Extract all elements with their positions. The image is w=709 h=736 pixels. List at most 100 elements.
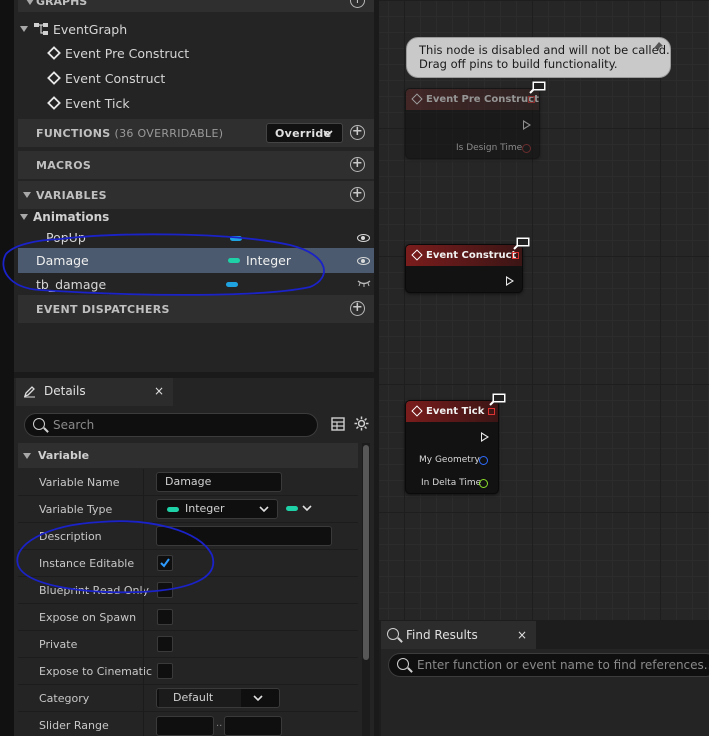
column-splitter[interactable] xyxy=(143,604,144,631)
delegate-pin-icon[interactable] xyxy=(512,252,519,259)
column-splitter[interactable] xyxy=(143,469,144,496)
struct-out-pin[interactable] xyxy=(479,456,488,465)
container-type-dropdown[interactable] xyxy=(282,499,314,519)
variable-row-damage[interactable]: Damage Integer xyxy=(18,248,374,273)
slider-range-min-input[interactable] xyxy=(156,716,214,736)
expand-arrow-icon[interactable] xyxy=(20,214,28,220)
exec-out-pin[interactable] xyxy=(523,120,531,130)
add-event-dispatcher-icon[interactable]: + xyxy=(350,301,365,316)
find-results-search-input[interactable]: Enter function or event name to find ref… xyxy=(388,653,709,677)
float-out-pin[interactable] xyxy=(479,479,488,488)
slider-range-max-input[interactable] xyxy=(224,716,282,736)
event-tick-node[interactable]: Event Tick My Geometry In Delta Time xyxy=(405,400,499,494)
variable-row-tb-damage[interactable]: tb_damage xyxy=(18,273,374,295)
disabled-node-comment-bubble[interactable]: This node is disabled and will not be ca… xyxy=(406,37,671,78)
details-search-input[interactable]: Search xyxy=(24,413,318,437)
collapse-arrow-icon[interactable] xyxy=(23,453,31,459)
gear-icon[interactable] xyxy=(354,416,369,431)
column-splitter[interactable] xyxy=(143,523,144,550)
category-dropdown[interactable]: Default xyxy=(156,688,280,708)
add-function-icon[interactable]: + xyxy=(350,125,365,140)
graphs-header-label: GRAPHS xyxy=(36,0,88,8)
add-variable-icon[interactable]: + xyxy=(350,187,365,202)
variable-section-header[interactable]: Variable xyxy=(18,443,358,468)
column-splitter[interactable] xyxy=(143,577,144,604)
close-icon[interactable]: × xyxy=(517,628,527,642)
category-value: Default xyxy=(159,689,241,707)
tree-item-event-construct[interactable]: Event Construct xyxy=(47,66,165,90)
functions-section-header[interactable]: FUNCTIONS (36 OVERRIDABLE) Override + xyxy=(18,119,374,147)
column-splitter[interactable] xyxy=(143,712,144,736)
event-construct-node[interactable]: Event Construct xyxy=(405,244,523,293)
variable-name-input[interactable]: Damage xyxy=(156,472,282,492)
editor-left-edge xyxy=(0,0,14,736)
integer-type-pill-icon xyxy=(167,507,179,512)
prop-label: Slider Range xyxy=(39,719,109,732)
details-scrollbar-thumb[interactable] xyxy=(363,445,369,660)
eventgraph-label: EventGraph xyxy=(53,21,128,37)
override-dropdown[interactable]: Override xyxy=(266,123,343,143)
column-splitter[interactable] xyxy=(143,658,144,685)
search-icon xyxy=(397,658,409,670)
private-checkbox[interactable] xyxy=(157,636,173,652)
expose-on-spawn-checkbox[interactable] xyxy=(157,609,173,625)
variable-type-dropdown[interactable]: Integer xyxy=(156,499,278,519)
tree-item-event-pre-construct[interactable]: Event Pre Construct xyxy=(47,41,189,65)
find-results-tab[interactable]: Find Results × xyxy=(381,621,536,649)
search-icon xyxy=(387,628,399,640)
event-label: Event Construct xyxy=(65,70,166,86)
collapse-arrow-icon[interactable] xyxy=(26,0,34,5)
collapse-arrow-icon[interactable] xyxy=(23,192,31,198)
instance-editable-checkbox[interactable] xyxy=(157,555,173,571)
monitor-icon xyxy=(513,236,531,250)
variable-row-popup[interactable]: PopUp xyxy=(18,226,374,248)
search-placeholder: Enter function or event name to find ref… xyxy=(417,658,709,672)
variable-category-animations[interactable]: Animations xyxy=(20,206,109,228)
event-graph-canvas[interactable]: This node is disabled and will not be ca… xyxy=(379,0,709,620)
tree-item-eventgraph[interactable]: EventGraph xyxy=(20,17,127,41)
description-input[interactable] xyxy=(156,526,332,546)
details-scrollbar-track[interactable] xyxy=(362,443,370,736)
checkmark-icon xyxy=(160,558,170,568)
variable-type-value: Integer xyxy=(185,502,225,515)
event-dispatchers-label: EVENT DISPATCHERS xyxy=(36,302,170,316)
variables-section-header[interactable]: VARIABLES + xyxy=(18,181,374,209)
exec-out-pin[interactable] xyxy=(481,432,489,442)
prop-private: Private xyxy=(18,631,358,658)
node-header[interactable]: Event Tick xyxy=(406,401,498,422)
node-header[interactable]: Event Pre Construct xyxy=(406,89,539,110)
event-pre-construct-node[interactable]: Event Pre Construct Is Design Time xyxy=(405,88,540,159)
exec-out-pin[interactable] xyxy=(506,276,514,286)
expand-arrow-icon[interactable] xyxy=(20,26,28,32)
delegate-pin-icon[interactable] xyxy=(528,96,535,103)
prop-instance-editable: Instance Editable xyxy=(18,550,358,577)
eye-closed-icon[interactable] xyxy=(357,279,371,287)
event-dispatchers-section-header[interactable]: EVENT DISPATCHERS + xyxy=(18,295,374,323)
blueprint-read-only-checkbox[interactable] xyxy=(157,582,173,598)
eye-icon[interactable] xyxy=(357,234,370,242)
add-graph-icon[interactable]: + xyxy=(350,0,365,8)
column-splitter[interactable] xyxy=(143,550,144,577)
pin-comment-icon[interactable] xyxy=(653,41,665,53)
expose-cinematics-checkbox[interactable] xyxy=(157,663,173,679)
add-macro-icon[interactable]: + xyxy=(350,157,365,172)
column-splitter[interactable] xyxy=(143,631,144,658)
column-splitter[interactable] xyxy=(143,685,144,712)
prop-label: Private xyxy=(39,638,78,651)
table-view-icon[interactable] xyxy=(331,417,345,431)
prop-label: Category xyxy=(39,692,90,705)
graphs-section-header[interactable]: GRAPHS + xyxy=(18,0,374,12)
eye-icon[interactable] xyxy=(357,257,370,265)
macros-section-header[interactable]: MACROS + xyxy=(18,151,374,179)
details-tab[interactable]: Details × xyxy=(16,378,173,406)
prop-description: Description xyxy=(18,523,358,550)
node-header[interactable]: Event Construct xyxy=(406,245,522,266)
tree-item-event-tick[interactable]: Event Tick xyxy=(47,91,130,115)
column-splitter[interactable] xyxy=(143,496,144,523)
event-diamond-icon xyxy=(411,249,423,261)
delegate-pin-icon[interactable] xyxy=(488,408,495,415)
bool-out-pin[interactable] xyxy=(522,144,531,153)
pin-label: Is Design Time xyxy=(456,143,523,153)
search-icon xyxy=(33,418,45,430)
close-icon[interactable]: × xyxy=(154,384,164,398)
